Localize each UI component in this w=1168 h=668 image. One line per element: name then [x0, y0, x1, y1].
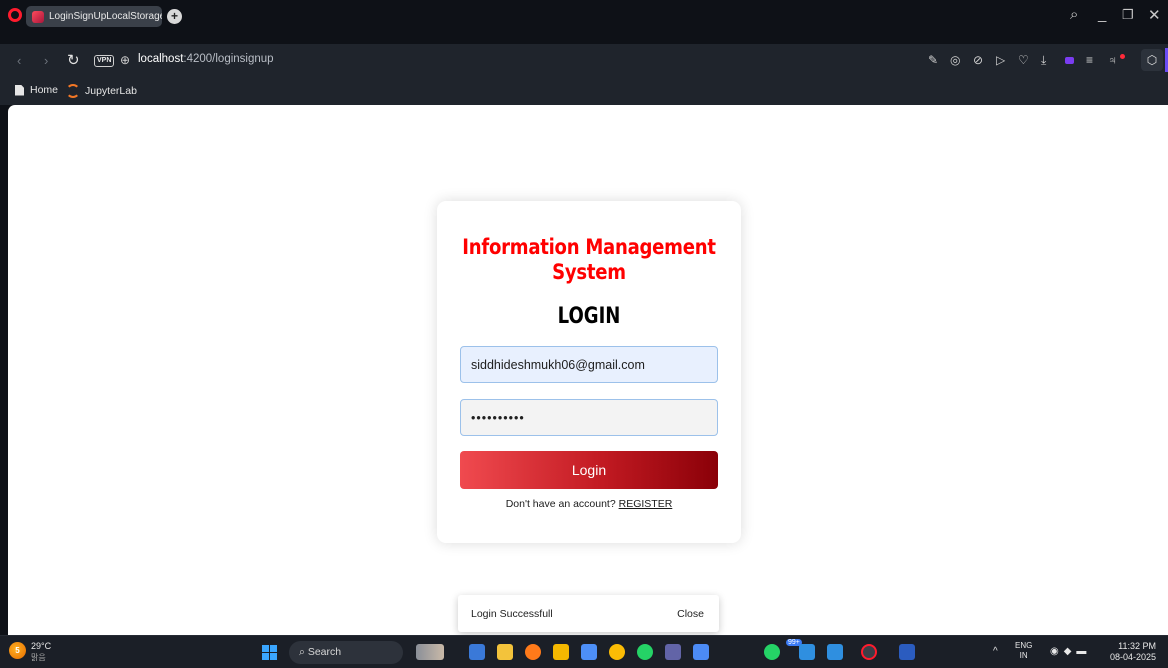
- edit-icon[interactable]: ✎: [928, 53, 938, 67]
- whatsapp-business-icon[interactable]: [764, 644, 780, 660]
- firefox-icon[interactable]: [525, 644, 541, 660]
- register-line: Don't have an account? REGISTER: [437, 498, 741, 510]
- bookmarks-bar: Home JupyterLab: [0, 77, 1168, 105]
- lang-bottom: IN: [1019, 651, 1028, 660]
- extensions-box-icon[interactable]: ⬡: [1141, 49, 1163, 71]
- notification-dot: [1120, 54, 1125, 59]
- windows-taskbar: 5 29°C 맑음 ⌕ Search 99+ ^ ENG IN ◉◆▬ 11:3…: [0, 635, 1168, 668]
- powerbi-icon[interactable]: [553, 644, 569, 660]
- vscode-insiders-icon[interactable]: [827, 644, 843, 660]
- weather-icon[interactable]: 5: [9, 642, 26, 659]
- login-button[interactable]: Login: [460, 451, 718, 489]
- tray-network-sound-battery-icon[interactable]: ◉◆▬: [1050, 646, 1091, 657]
- vpn-badge[interactable]: VPN: [94, 55, 115, 67]
- task-view-icon[interactable]: [469, 644, 485, 660]
- jupyter-icon: [66, 84, 80, 98]
- close-window-icon[interactable]: ✕: [1148, 6, 1161, 24]
- snackbar-close-button[interactable]: Close: [677, 608, 704, 620]
- word-icon[interactable]: [899, 644, 915, 660]
- back-icon[interactable]: ‹: [17, 53, 21, 68]
- lang-top: ENG: [1015, 641, 1033, 650]
- restore-icon[interactable]: ❐: [1122, 7, 1134, 23]
- password-field[interactable]: [460, 399, 718, 436]
- copilot-icon[interactable]: [581, 644, 597, 660]
- camera-icon[interactable]: ◎: [950, 53, 960, 67]
- page-icon: [15, 84, 24, 96]
- brand-title: Information Management System: [462, 235, 716, 284]
- opera-taskbar-icon[interactable]: [861, 644, 877, 660]
- bookmark-home[interactable]: Home: [15, 84, 58, 96]
- extension-icon[interactable]: [1065, 57, 1074, 64]
- play-icon[interactable]: ▷: [996, 53, 1005, 67]
- taskbar-search-label: Search: [307, 646, 342, 658]
- widget-image-icon[interactable]: [416, 644, 444, 660]
- clock-time: 11:32 PM: [1118, 641, 1156, 651]
- store-icon[interactable]: [693, 644, 709, 660]
- file-explorer-icon[interactable]: [497, 644, 513, 660]
- download-icon[interactable]: ⤓: [1041, 53, 1046, 68]
- bookmark-jupyterlab[interactable]: JupyterLab: [66, 84, 137, 98]
- url-host: localhost: [138, 53, 184, 65]
- globe-icon[interactable]: ⊕: [120, 53, 130, 67]
- url-field[interactable]: localhost:4200/loginsignup: [138, 53, 274, 65]
- url-path: :4200/loginsignup: [183, 53, 274, 65]
- login-card: Information Management System LOGIN Logi…: [437, 201, 741, 543]
- profile-icon[interactable]: ♃: [1108, 53, 1117, 67]
- clock-date: 08-04-2025: [1109, 652, 1156, 662]
- whatsapp-icon[interactable]: [637, 644, 653, 660]
- bookmark-home-label: Home: [30, 84, 59, 96]
- reload-icon[interactable]: ↻: [67, 51, 80, 69]
- start-icon[interactable]: [262, 645, 277, 660]
- language-indicator[interactable]: ENG IN: [1015, 641, 1032, 661]
- tab-active[interactable]: LoginSignUpLocalStorage: [26, 6, 162, 27]
- weather-condition: 맑음: [31, 653, 46, 662]
- opera-logo-icon[interactable]: [8, 8, 22, 22]
- email-field[interactable]: [460, 346, 718, 383]
- clock[interactable]: 11:32 PM 08-04-2025: [1110, 641, 1156, 663]
- weather-temperature: 29°C: [31, 641, 52, 651]
- snackbar-message: Login Successfull: [471, 608, 553, 620]
- heart-icon[interactable]: ♡: [1018, 53, 1029, 67]
- address-bar: ‹ › ↻ VPN ⊕ localhost:4200/loginsignup ✎…: [0, 44, 1168, 77]
- vscode-icon[interactable]: [799, 644, 815, 660]
- form-title: LOGIN: [557, 304, 621, 329]
- minimize-icon[interactable]: _: [1098, 6, 1106, 23]
- menu-icon[interactable]: ≡: [1086, 53, 1093, 67]
- chrome-icon[interactable]: [609, 644, 625, 660]
- page-viewport: Information Management System LOGIN Logi…: [8, 105, 1168, 635]
- register-prompt: Don't have an account?: [505, 498, 616, 510]
- new-tab-button[interactable]: +: [167, 9, 182, 24]
- register-link[interactable]: REGISTER: [619, 498, 673, 510]
- shield-icon[interactable]: ⊘: [973, 53, 983, 67]
- snackbar: Login Successfull Close: [458, 595, 719, 632]
- tab-favicon-icon: [32, 10, 44, 23]
- taskbar-search[interactable]: ⌕ Search: [289, 641, 403, 664]
- tray-overflow-icon[interactable]: ^: [993, 646, 998, 657]
- browser-titlebar: LoginSignUpLocalStorage + ⌕ _ ❐ ✕: [0, 0, 1168, 44]
- teams-icon[interactable]: [665, 644, 681, 660]
- search-tabs-icon[interactable]: ⌕: [1070, 6, 1078, 23]
- tab-title: LoginSignUpLocalStorage: [49, 11, 162, 22]
- bookmark-jupyterlab-label: JupyterLab: [85, 85, 137, 97]
- forward-icon[interactable]: ›: [44, 53, 48, 68]
